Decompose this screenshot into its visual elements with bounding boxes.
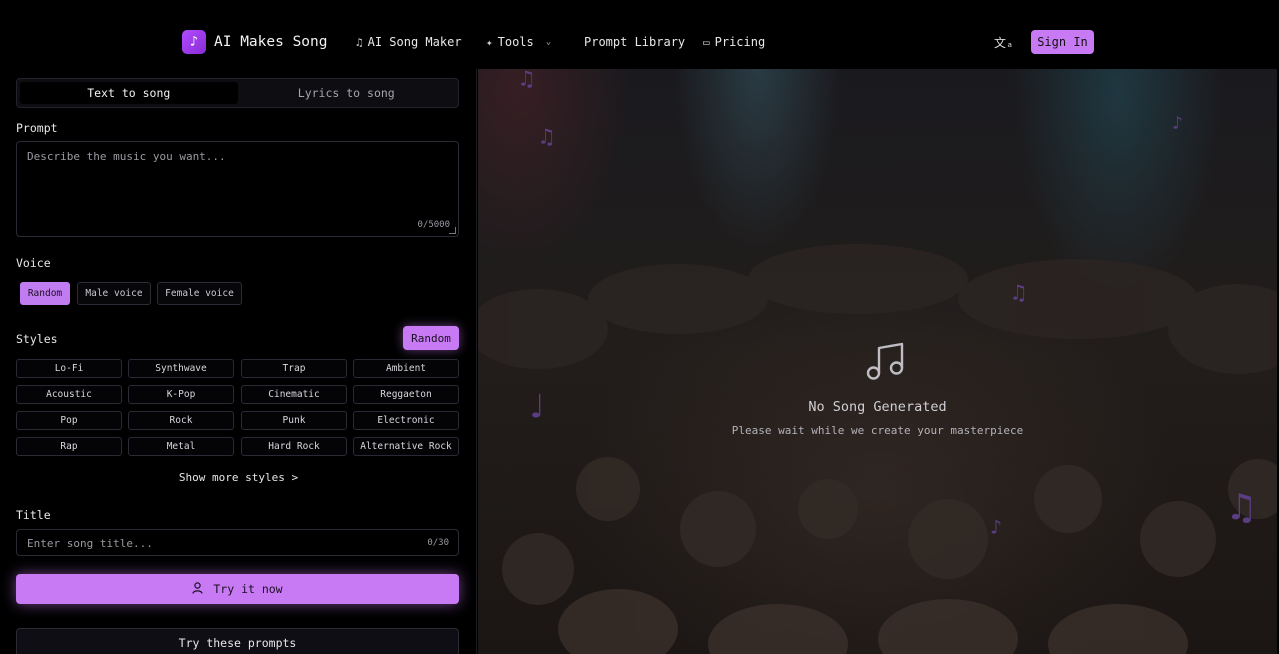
sign-in-button[interactable]: Sign In xyxy=(1031,30,1094,54)
credit-card-icon: ▭ xyxy=(703,35,710,49)
nav-prompt-library-label: Prompt Library xyxy=(584,35,686,49)
style-option-metal[interactable]: Metal xyxy=(128,437,234,456)
nav-prompt-library[interactable]: Prompt Library xyxy=(584,35,685,49)
style-option-ambient[interactable]: Ambient xyxy=(353,359,459,378)
nav-tools-label: Tools xyxy=(497,35,534,49)
music-note-icon: ♪ xyxy=(990,515,1003,539)
music-note-icon: ♫ xyxy=(1012,281,1026,306)
music-note-icon: ♫ xyxy=(1230,485,1253,529)
voice-option-random[interactable]: Random xyxy=(20,282,70,305)
title-counter: 0/30 xyxy=(427,538,449,548)
resize-handle[interactable] xyxy=(449,227,456,234)
music-icon xyxy=(865,340,907,386)
tab-text-to-song[interactable]: Text to song xyxy=(20,82,238,104)
brand-logo[interactable]: ♪ AI Makes Song xyxy=(182,30,328,54)
voice-label: Voice xyxy=(16,256,51,270)
top-navbar: ♪ AI Makes Song ♫ AI Song Maker ✦ Tools … xyxy=(0,0,1279,69)
sparkles-icon: ✦ xyxy=(486,35,493,49)
nav-ai-song-maker[interactable]: ♫ AI Song Maker xyxy=(356,35,462,49)
brand-name: AI Makes Song xyxy=(214,34,328,50)
song-form-panel: Text to song Lyrics to song Prompt Descr… xyxy=(0,69,477,654)
music-note-icon: ♪ xyxy=(182,30,206,54)
try-these-prompts-button[interactable]: Try these prompts xyxy=(16,628,459,654)
style-option-lo-fi[interactable]: Lo-Fi xyxy=(16,359,122,378)
music-note-icon: ♫ xyxy=(540,125,554,150)
style-option-rock[interactable]: Rock xyxy=(128,411,234,430)
style-option-trap[interactable]: Trap xyxy=(241,359,347,378)
music-note-icon: ♪ xyxy=(1172,113,1183,134)
prompt-placeholder: Describe the music you want... xyxy=(27,150,226,163)
chevron-down-icon: ⌄ xyxy=(545,37,552,47)
mode-tabs: Text to song Lyrics to song xyxy=(16,78,459,108)
title-placeholder: Enter song title... xyxy=(27,537,153,550)
music-note-icon: ♫ xyxy=(356,35,363,49)
empty-state-title: No Song Generated xyxy=(808,399,947,415)
empty-state-subtitle: Please wait while we create your masterp… xyxy=(731,424,1024,437)
style-option-acoustic[interactable]: Acoustic xyxy=(16,385,122,404)
translate-icon[interactable]: 文ₐ xyxy=(994,34,1013,51)
style-option-punk[interactable]: Punk xyxy=(241,411,347,430)
style-option-hard-rock[interactable]: Hard Rock xyxy=(241,437,347,456)
style-option-rap[interactable]: Rap xyxy=(16,437,122,456)
voice-option-male[interactable]: Male voice xyxy=(77,282,151,305)
nav-pricing[interactable]: ▭ Pricing xyxy=(703,35,765,49)
song-preview-area: ♫ ♫ ♪ ♫ ♩ ♪ ♫ No Song Generated Please w… xyxy=(478,69,1277,654)
style-option-cinematic[interactable]: Cinematic xyxy=(241,385,347,404)
show-more-styles-link[interactable]: Show more styles > xyxy=(0,471,477,484)
prompt-label: Prompt xyxy=(16,121,58,135)
style-option-electronic[interactable]: Electronic xyxy=(353,411,459,430)
style-option-k-pop[interactable]: K-Pop xyxy=(128,385,234,404)
voice-option-female[interactable]: Female voice xyxy=(157,282,242,305)
user-icon xyxy=(192,581,203,597)
nav-ai-song-maker-label: AI Song Maker xyxy=(367,35,462,49)
style-option-reggaeton[interactable]: Reggaeton xyxy=(353,385,459,404)
styles-label: Styles xyxy=(16,332,58,346)
title-label: Title xyxy=(16,508,51,522)
style-option-alternative-rock[interactable]: Alternative Rock xyxy=(353,437,459,456)
prompt-counter: 0/5000 xyxy=(417,220,450,230)
nav-pricing-label: Pricing xyxy=(714,35,766,49)
try-it-now-label: Try it now xyxy=(213,582,283,596)
music-note-icon: ♫ xyxy=(520,69,534,92)
style-option-synthwave[interactable]: Synthwave xyxy=(128,359,234,378)
style-option-pop[interactable]: Pop xyxy=(16,411,122,430)
prompt-textarea[interactable]: Describe the music you want... 0/5000 xyxy=(16,141,459,237)
nav-tools[interactable]: ✦ Tools ⌄ xyxy=(486,35,551,49)
title-input[interactable]: Enter song title... 0/30 xyxy=(16,529,459,556)
try-it-now-button[interactable]: Try it now xyxy=(16,574,459,604)
random-styles-button[interactable]: Random xyxy=(403,326,459,350)
tab-lyrics-to-song[interactable]: Lyrics to song xyxy=(238,82,456,104)
